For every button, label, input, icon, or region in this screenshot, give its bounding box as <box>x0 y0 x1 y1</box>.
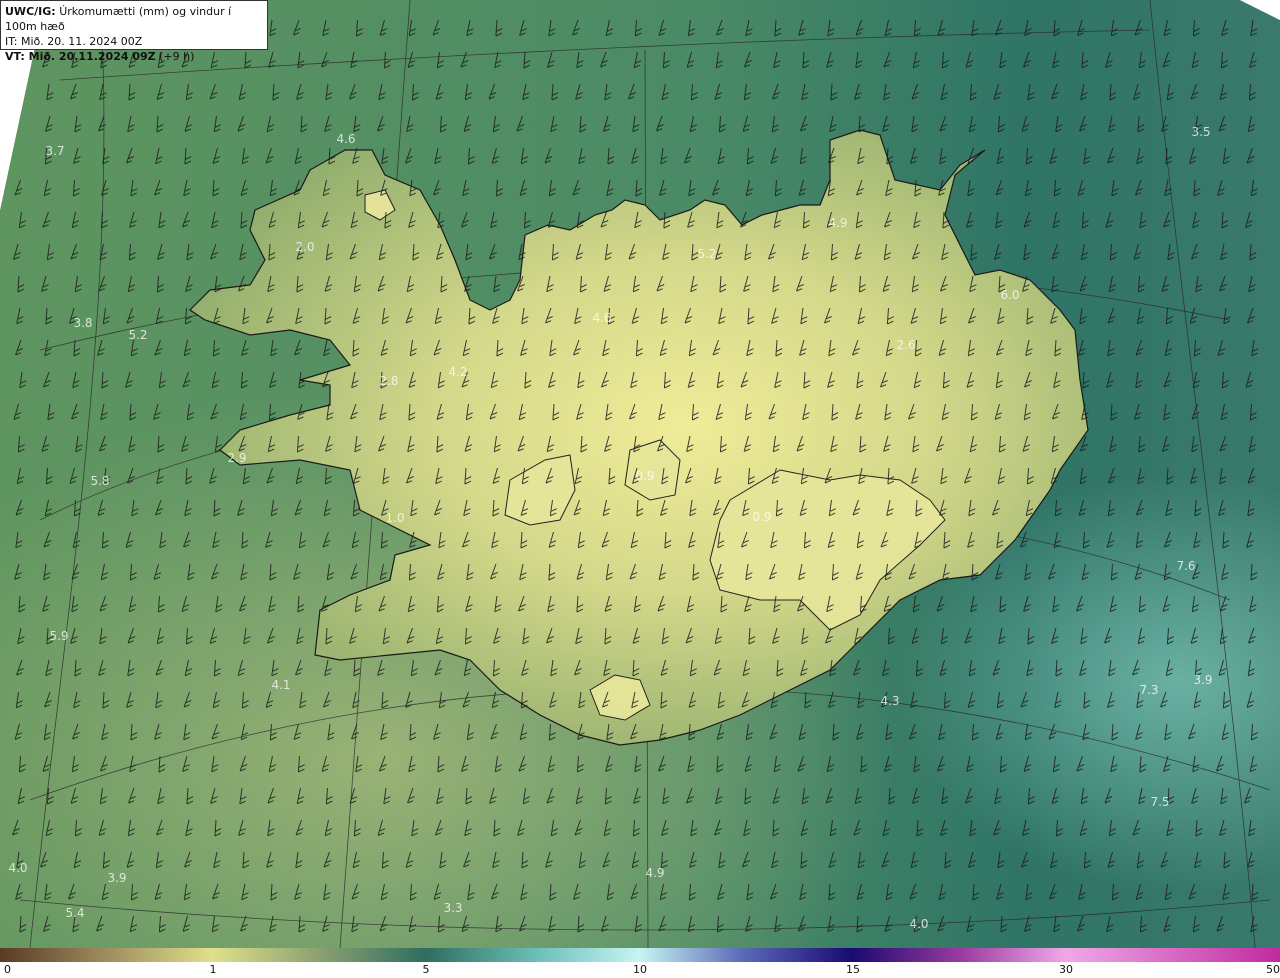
init-time: IT: Mið. 20. 11. 2024 00Z <box>5 35 143 48</box>
point-value-label: 3.9 <box>107 871 127 885</box>
colorbar-tick-label: 1 <box>209 963 217 976</box>
colorbar-tick-label: 10 <box>633 963 647 976</box>
point-value-label: 7.5 <box>1150 795 1170 809</box>
point-value-label: 5.2 <box>128 328 148 342</box>
point-value-label: 2.9 <box>227 451 247 465</box>
point-value-label: 0.9 <box>635 469 655 483</box>
point-value-label: 3.7 <box>45 144 65 158</box>
point-value-label: 5.2 <box>697 247 717 261</box>
point-value-label: 2.0 <box>295 240 315 254</box>
point-value-label: 0.9 <box>752 510 772 524</box>
point-value-label: 5.9 <box>49 629 69 643</box>
point-value-label: 5.8 <box>90 474 110 488</box>
model-name: UWC/IG: <box>5 5 56 18</box>
point-value-label: 4.6 <box>592 311 612 325</box>
map-title-box: UWC/IG: Úrkomumætti (mm) og vindur í 100… <box>0 0 268 63</box>
point-value-label: 3.5 <box>1191 125 1211 139</box>
valid-offset: (+9 h) <box>159 50 195 63</box>
point-value-label: 3.9 <box>1193 673 1213 687</box>
precipitation-colorbar <box>0 948 1280 962</box>
colorbar-tick-label: 15 <box>846 963 860 976</box>
point-value-label: 2.8 <box>379 374 399 388</box>
point-value-label: 4.3 <box>880 694 900 708</box>
point-value-label: 3.3 <box>443 901 463 915</box>
point-value-label: 2.6 <box>896 338 916 352</box>
point-value-label: 7.3 <box>1139 683 1159 697</box>
colorbar-tick-label: 5 <box>422 963 430 976</box>
point-value-label: 4.9 <box>645 866 665 880</box>
point-value-label: 4.1 <box>271 678 291 692</box>
title-line: UWC/IG: Úrkomumætti (mm) og vindur í 100… <box>5 4 263 34</box>
point-value-label: 6.0 <box>1000 288 1020 302</box>
colorbar-tick-label: 30 <box>1059 963 1073 976</box>
point-value-label: 5.4 <box>65 906 85 920</box>
point-value-label: 1.0 <box>385 511 405 525</box>
point-value-label: 4.6 <box>336 132 356 146</box>
point-value-label: 4.0 <box>8 861 28 875</box>
valid-time-line: VT: Mið. 20.11.2024 09Z (+9 h) <box>5 49 263 64</box>
colorbar-tick-label: 50 <box>1266 963 1280 976</box>
colorbar-tick-label: 0 <box>4 963 11 976</box>
point-value-label: 3.8 <box>73 316 93 330</box>
point-value-label: 7.6 <box>1176 559 1196 573</box>
point-value-label: 4.9 <box>828 216 848 230</box>
point-value-label: 4.0 <box>909 917 929 931</box>
valid-time: VT: Mið. 20.11.2024 09Z <box>5 50 156 63</box>
point-value-label: 4.2 <box>448 365 468 379</box>
